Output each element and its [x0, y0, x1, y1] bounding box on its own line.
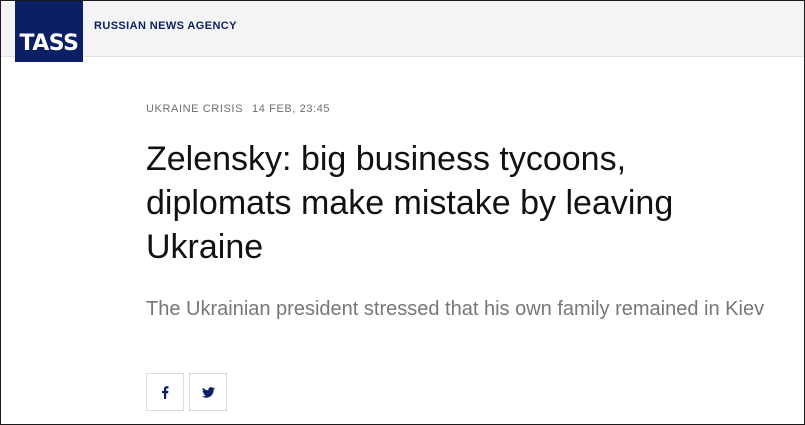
tass-logo[interactable]: TASS [15, 1, 83, 62]
category-link[interactable]: UKRAINE CRISIS [146, 103, 243, 115]
twitter-icon [201, 386, 215, 398]
facebook-icon [161, 385, 169, 399]
article-timestamp: 14 FEB, 23:45 [252, 103, 331, 115]
article-meta: UKRAINE CRISIS 14 FEB, 23:45 [146, 103, 330, 115]
article-lead: The Ukrainian president stressed that hi… [146, 298, 765, 320]
twitter-share-button[interactable] [189, 373, 227, 411]
page-frame: TASS RUSSIAN NEWS AGENCY UKRAINE CRISIS 1… [0, 0, 805, 425]
article-headline: Zelensky: big business tycoons, diplomat… [146, 140, 674, 266]
logo-text: TASS [19, 31, 79, 56]
facebook-share-button[interactable] [146, 373, 184, 411]
site-header: TASS RUSSIAN NEWS AGENCY [1, 1, 804, 62]
share-bar [146, 373, 232, 411]
agency-link[interactable]: RUSSIAN NEWS AGENCY [94, 20, 237, 32]
